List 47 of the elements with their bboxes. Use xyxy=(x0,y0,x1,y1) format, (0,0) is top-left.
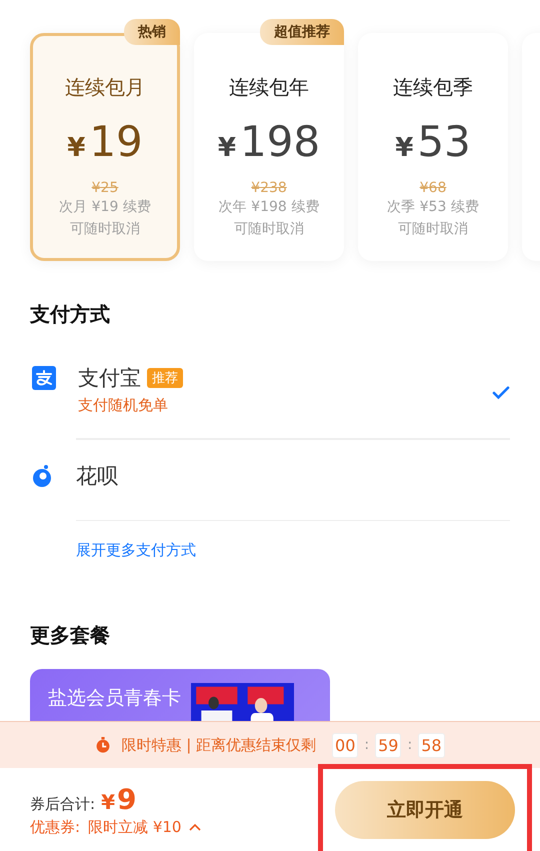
original-price: ¥25 xyxy=(92,180,118,196)
payment-promo: 支付随机免单 xyxy=(78,396,169,415)
total-label: 券后合计: xyxy=(30,794,96,814)
cancel-note: 可随时取消 xyxy=(234,220,304,239)
original-price: ¥68 xyxy=(420,180,446,196)
plan-badge: 热销 xyxy=(124,19,180,45)
currency-symbol: ¥ xyxy=(218,133,236,163)
currency-symbol: ¥ xyxy=(395,133,414,163)
countdown-hours: 00 xyxy=(332,732,358,758)
total-price: 9 xyxy=(116,782,136,816)
original-price: ¥238 xyxy=(251,180,287,196)
plan-badge: 超值推荐 xyxy=(260,19,344,45)
countdown-seconds: 58 xyxy=(418,732,445,758)
payment-logo-icon xyxy=(30,464,54,488)
plan-price: 53 xyxy=(417,117,471,166)
plan-name: 连续包季 xyxy=(393,74,473,101)
time-separator: : xyxy=(407,737,412,753)
payment-option[interactable]: 支付宝 推荐 支付随机免单 xyxy=(30,354,510,439)
currency-symbol: ¥ xyxy=(67,133,86,163)
section-title: 更多套餐 xyxy=(30,622,111,649)
plan-price: 19 xyxy=(89,117,143,166)
countdown-label: 限时特惠 | 距离优惠结束仅剩 xyxy=(121,736,316,754)
recommend-tag: 推荐 xyxy=(147,368,183,388)
time-separator: : xyxy=(364,737,370,753)
payment-logo-icon xyxy=(32,366,56,390)
payment-name: 花呗 xyxy=(76,463,118,490)
package-title: 盐选会员青春卡 xyxy=(48,686,181,711)
payment-option[interactable]: 花呗 xyxy=(76,439,510,521)
section-title: 支付方式 xyxy=(30,301,111,328)
plan-name: 连续包年 xyxy=(229,74,309,101)
plan-card[interactable]: 连续包季 ¥53 ¥68 次季 ¥53 续费 可随时取消 xyxy=(358,33,508,261)
coupon-toggle[interactable]: 优惠券: 限时立减 ¥10 xyxy=(30,818,202,836)
countdown-minutes: 59 xyxy=(375,732,402,758)
renewal-note: 次季 ¥53 续费 xyxy=(387,198,479,217)
renewal-note: 次年 ¥198 续费 xyxy=(218,198,320,217)
cancel-note: 可随时取消 xyxy=(398,220,468,239)
more-payment-link[interactable]: 展开更多支付方式 xyxy=(76,541,196,560)
stopwatch-icon xyxy=(95,737,112,753)
subscribe-button[interactable]: 立即开通 xyxy=(335,780,515,838)
caret-icon xyxy=(189,823,202,831)
plan-name: 连续包月 xyxy=(65,74,145,101)
currency-symbol: ¥ xyxy=(101,790,115,814)
renewal-note: 次月 ¥19 续费 xyxy=(59,198,151,217)
cancel-note: 可随时取消 xyxy=(70,220,140,239)
package-card[interactable]: 盐选会员青春卡 xyxy=(30,669,330,721)
plan-price: 198 xyxy=(240,117,320,166)
payment-name: 支付宝 xyxy=(78,365,141,392)
